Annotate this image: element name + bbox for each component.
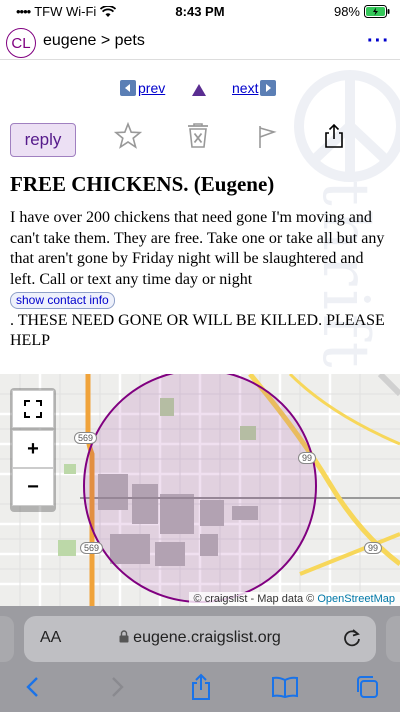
navigation-toolbar (0, 672, 400, 712)
post-body-text-2: . THESE NEED GONE OR WILL BE KILLED. PLE… (10, 311, 385, 350)
up-triangle-icon[interactable] (192, 83, 206, 99)
craigslist-logo[interactable]: CL (6, 28, 36, 58)
previous-tab-preview[interactable] (0, 616, 14, 662)
attribution-text: © craigslist - Map data © (193, 593, 318, 605)
next-arrow-icon (260, 80, 277, 96)
battery-icon (364, 5, 390, 18)
post-navigation: prev next (0, 80, 400, 100)
zoom-in-button[interactable]: + (12, 430, 54, 468)
openstreetmap-link[interactable]: OpenStreetMap (317, 593, 395, 605)
status-bar: •••• TFW Wi-Fi 8:43 PM 98% (0, 0, 400, 24)
tabs-icon[interactable] (352, 672, 382, 702)
route-99-shield: 99 (364, 542, 383, 554)
next-tab-preview[interactable] (386, 616, 400, 662)
reply-button[interactable]: reply (10, 123, 76, 157)
prev-link[interactable]: prev (120, 80, 165, 96)
prev-arrow-icon (120, 80, 136, 96)
map-attribution: © craigslist - Map data © OpenStreetMap (188, 592, 400, 606)
forward-icon[interactable] (102, 672, 132, 702)
post-body-text: I have over 200 chickens that need gone … (10, 209, 385, 288)
route-569-shield: 569 (74, 432, 98, 444)
menu-button[interactable]: ··· (367, 30, 390, 53)
battery-status: 98% (334, 4, 390, 19)
reload-icon[interactable] (342, 628, 362, 653)
next-link[interactable]: next (232, 80, 277, 96)
bookmarks-icon[interactable] (270, 672, 300, 702)
show-contact-info-button[interactable]: show contact info (10, 292, 115, 309)
prev-label: prev (138, 80, 166, 96)
lock-icon (119, 630, 129, 643)
map-tiles (0, 374, 400, 606)
route-99-shield: 99 (298, 452, 317, 464)
battery-percent: 98% (333, 4, 360, 19)
share-icon[interactable] (186, 672, 216, 702)
flag-icon[interactable] (254, 122, 284, 152)
star-icon[interactable] (113, 121, 144, 152)
post-content: thrift prev next reply FREE CHICKENS. (E… (0, 60, 400, 374)
share-icon[interactable] (320, 122, 350, 152)
post-title: FREE CHICKENS. (Eugene) (10, 172, 275, 196)
location-map[interactable]: 569 99 569 99 + − © craigslist - Map dat… (0, 374, 400, 606)
site-header: CL eugene > pets ··· (0, 24, 400, 60)
next-label: next (232, 80, 259, 96)
browser-toolbar: AA eugene.craigslist.org (0, 606, 400, 712)
route-569-shield: 569 (80, 542, 104, 554)
hide-icon[interactable] (184, 122, 214, 152)
address-bar[interactable]: AA eugene.craigslist.org (24, 616, 376, 662)
url-display: eugene.craigslist.org (24, 629, 376, 647)
fullscreen-icon[interactable] (12, 390, 54, 428)
back-icon[interactable] (18, 672, 48, 702)
url-text: eugene.craigslist.org (133, 629, 281, 646)
zoom-out-button[interactable]: − (12, 468, 54, 506)
post-body: I have over 200 chickens that need gone … (10, 208, 390, 352)
breadcrumb[interactable]: eugene > pets (43, 32, 145, 50)
